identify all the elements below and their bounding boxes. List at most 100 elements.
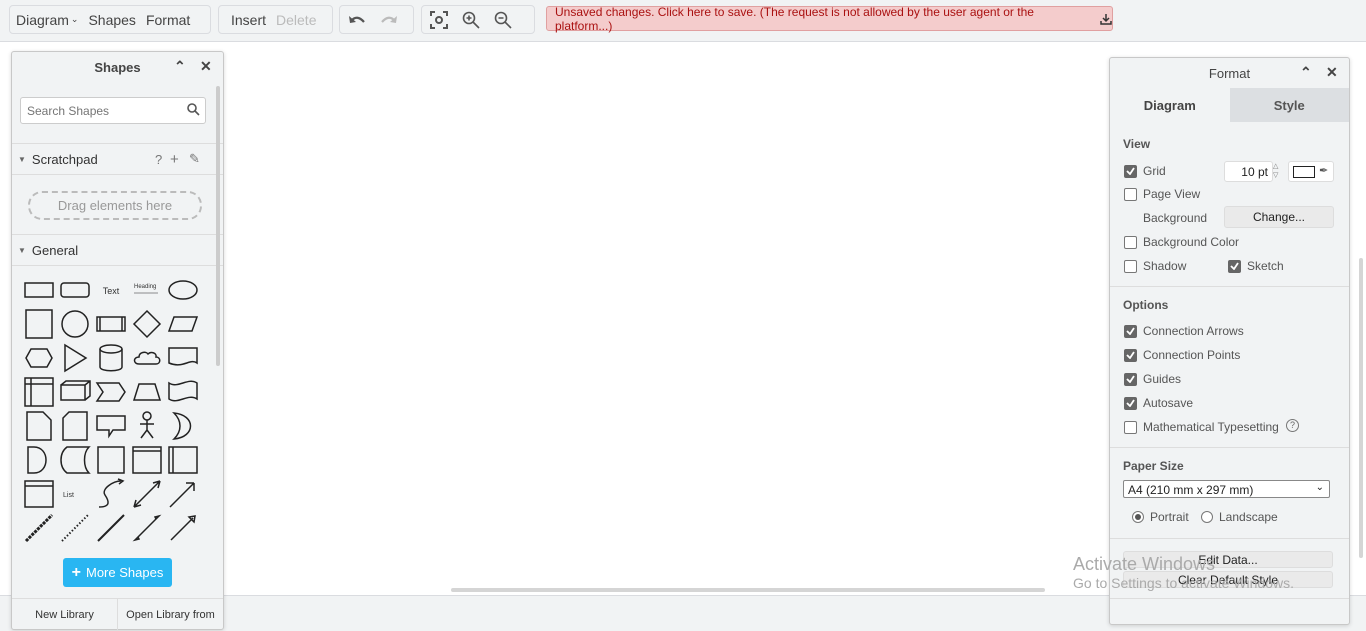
page-view-checkbox[interactable]: Page View [1124, 187, 1200, 201]
fit-icon[interactable] [428, 9, 450, 31]
tab-style[interactable]: Style [1229, 88, 1349, 122]
vertical-scrollbar[interactable] [1359, 258, 1363, 558]
shape-internal-storage[interactable] [22, 376, 56, 408]
shape-actor[interactable] [130, 410, 164, 442]
search-icon[interactable] [187, 103, 200, 116]
shape-ellipse[interactable] [166, 274, 200, 306]
shape-text[interactable]: Text [94, 274, 128, 306]
shape-and[interactable] [22, 444, 56, 476]
collapse-icon[interactable]: ⌃ [1300, 64, 1312, 81]
grid-size-input[interactable]: 10 pt [1224, 161, 1273, 182]
shape-bidirectional-connector[interactable] [130, 512, 164, 544]
shape-hexagon[interactable] [22, 342, 56, 374]
shape-tape[interactable] [166, 376, 200, 408]
shape-cylinder[interactable] [94, 342, 128, 374]
add-icon[interactable]: + [170, 151, 179, 168]
general-section[interactable]: ▼ General [12, 234, 223, 266]
more-shapes-button[interactable]: + More Shapes [63, 558, 172, 587]
scratchpad-dropzone[interactable]: Drag elements here [28, 191, 202, 220]
shapes-toggle[interactable]: Shapes [88, 12, 135, 28]
shape-dashed-line[interactable] [22, 512, 56, 544]
shape-cloud[interactable] [130, 342, 164, 374]
shape-callout[interactable] [94, 410, 128, 442]
shape-trapezoid[interactable] [130, 376, 164, 408]
change-background-button[interactable]: Change... [1224, 206, 1334, 228]
close-icon[interactable]: ✕ [200, 58, 212, 75]
option-connection-arrows-checkbox[interactable]: Connection Arrows [1124, 324, 1244, 338]
open-library-button[interactable]: Open Library from [117, 599, 223, 630]
portrait-radio[interactable]: Portrait [1132, 510, 1189, 524]
shape-or[interactable] [166, 410, 200, 442]
shape-vertical-container[interactable] [166, 444, 200, 476]
edit-icon[interactable]: ✎ [189, 151, 200, 167]
shape-cube[interactable] [58, 376, 92, 408]
close-icon[interactable]: ✕ [1326, 64, 1338, 81]
unsaved-changes-banner[interactable]: Unsaved changes. Click here to save. (Th… [546, 5, 1113, 33]
option-mathematical-typesetting-checkbox[interactable]: Mathematical Typesetting [1124, 420, 1279, 434]
shape-heading[interactable]: Heading [130, 274, 164, 306]
shape-bidirectional-arrow[interactable] [130, 478, 164, 510]
shape-swimlane[interactable] [130, 444, 164, 476]
shape-triangle[interactable] [58, 342, 92, 374]
shape-rect[interactable] [22, 274, 56, 306]
shape-connector[interactable] [166, 512, 200, 544]
grid-checkbox[interactable]: Grid [1124, 164, 1166, 178]
shape-parallelogram[interactable] [166, 308, 200, 340]
sketch-checkbox[interactable]: Sketch [1228, 259, 1284, 273]
format-toggle[interactable]: Format [146, 12, 190, 28]
shape-step[interactable] [94, 376, 128, 408]
shape-container[interactable] [94, 444, 128, 476]
landscape-radio[interactable]: Landscape [1201, 510, 1278, 524]
plus-icon: + [71, 563, 81, 581]
toolbar: Diagram ⌄ Shapes Format Insert Delete Uns… [0, 0, 1366, 42]
shape-document[interactable] [166, 342, 200, 374]
shape-list-item[interactable]: List [58, 478, 92, 510]
diagram-menu[interactable]: Diagram [16, 12, 69, 28]
view-menu-group: Diagram ⌄ Shapes Format [9, 5, 211, 34]
zoom-in-icon[interactable] [460, 9, 482, 31]
option-connection-points-checkbox[interactable]: Connection Points [1124, 348, 1240, 362]
zoom-out-icon[interactable] [492, 9, 514, 31]
new-library-button[interactable]: New Library [12, 599, 117, 630]
shape-card[interactable] [58, 410, 92, 442]
shape-square[interactable] [22, 308, 56, 340]
scratchpad-label: Scratchpad [31, 151, 98, 167]
svg-text:List: List [63, 492, 74, 499]
shape-note[interactable] [22, 410, 56, 442]
help-icon[interactable]: ? [1286, 419, 1299, 432]
divider [1110, 286, 1349, 287]
search-shapes-input[interactable] [20, 97, 206, 124]
shape-curve[interactable] [94, 478, 128, 510]
shape-dotted-line[interactable] [58, 512, 92, 544]
delete-button[interactable]: Delete [276, 12, 316, 28]
option-label: Guides [1143, 372, 1182, 386]
tab-diagram[interactable]: Diagram [1110, 88, 1230, 122]
paper-size-select[interactable]: A4 (210 mm x 297 mm) ⌄ [1123, 480, 1330, 498]
horizontal-scrollbar[interactable] [451, 588, 1045, 592]
help-icon[interactable]: ? [155, 152, 162, 167]
clear-default-style-button[interactable]: Clear Default Style [1123, 571, 1333, 588]
option-autosave-checkbox[interactable]: Autosave [1124, 396, 1193, 410]
grid-color-button[interactable]: ✒ [1288, 161, 1334, 182]
option-guides-checkbox[interactable]: Guides [1124, 372, 1181, 386]
shape-circle[interactable] [58, 308, 92, 340]
shadow-checkbox[interactable]: Shadow [1124, 259, 1186, 273]
shape-diamond[interactable] [130, 308, 164, 340]
edit-data-button[interactable]: Edit Data... [1123, 551, 1333, 568]
shape-list[interactable] [22, 478, 56, 510]
shape-arrow[interactable] [166, 478, 200, 510]
background-color-checkbox[interactable]: Background Color [1124, 235, 1239, 249]
redo-icon[interactable] [378, 9, 400, 31]
shapes-scrollbar[interactable] [216, 86, 220, 366]
undo-icon[interactable] [346, 9, 368, 31]
shape-data-storage[interactable] [58, 444, 92, 476]
shape-rounded[interactable] [58, 274, 92, 306]
option-label: Mathematical Typesetting [1143, 420, 1279, 434]
shape-process[interactable] [94, 308, 128, 340]
scratchpad-section[interactable]: ▼ Scratchpad ? + ✎ [12, 143, 223, 175]
edit-group: Insert Delete [218, 5, 333, 34]
grid-size-stepper[interactable]: △ ▽ [1273, 162, 1278, 180]
insert-button[interactable]: Insert [231, 12, 266, 28]
collapse-icon[interactable]: ⌃ [174, 58, 186, 75]
shape-line[interactable] [94, 512, 128, 544]
